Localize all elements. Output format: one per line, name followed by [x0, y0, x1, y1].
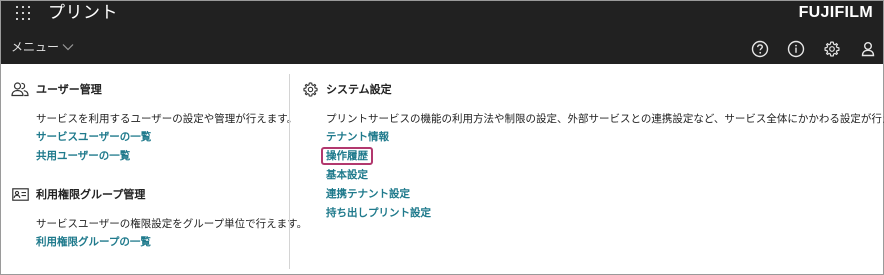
help-icon[interactable] [749, 38, 770, 59]
user-admin-title: ユーザー管理 [36, 83, 102, 96]
left-column: ユーザー管理 サービスを利用するユーザーの設定や管理が行えます。 サービスユーザ… [11, 79, 308, 252]
shared-users-list-link[interactable]: 共用ユーザーの一覧 [11, 147, 276, 166]
permission-group-section: 利用権限グループ管理 サービスユーザーの権限設定をグループ単位で行えます。 利用… [11, 184, 308, 252]
menu-label: メニュー [11, 40, 60, 54]
user-admin-header: ユーザー管理 [11, 79, 276, 99]
menu-button[interactable]: メニュー [11, 39, 74, 55]
permission-group-links: 利用権限グループの一覧 [11, 233, 276, 252]
chevron-down-icon [62, 44, 74, 51]
right-column: システム設定 プリントサービスの機能の利用方法や制限の設定、外部サービスとの連携… [301, 79, 884, 223]
linked-tenant-settings-link[interactable]: 連携テナント設定 [301, 185, 876, 204]
service-users-list-link[interactable]: サービスユーザーの一覧 [11, 128, 276, 147]
system-settings-description: プリントサービスの機能の利用方法や制限の設定、外部サービスとの連携設定など、サー… [326, 113, 884, 125]
takeout-print-settings-link[interactable]: 持ち出しプリント設定 [301, 204, 876, 223]
user-admin-section: ユーザー管理 サービスを利用するユーザーの設定や管理が行えます。 サービスユーザ… [11, 79, 298, 166]
brand-logo: FUJIFILM [798, 4, 873, 21]
user-admin-description: サービスを利用するユーザーの設定や管理が行えます。 [36, 113, 298, 125]
user-admin-links: サービスユーザーの一覧 共用ユーザーの一覧 [11, 128, 276, 166]
app-title: プリント [48, 3, 118, 23]
operation-history-link[interactable]: 操作履歴 [301, 147, 876, 166]
header-icons [749, 38, 878, 59]
system-settings-title: システム設定 [326, 83, 392, 96]
users-icon [11, 80, 29, 98]
id-card-icon [11, 185, 29, 203]
app-grid-icon[interactable] [16, 6, 32, 22]
system-settings-header: システム設定 [301, 79, 876, 99]
permission-groups-list-link[interactable]: 利用権限グループの一覧 [11, 233, 276, 252]
gear-icon[interactable] [821, 38, 842, 59]
tenant-info-link[interactable]: テナント情報 [301, 128, 876, 147]
column-divider [289, 74, 290, 269]
user-icon[interactable] [857, 38, 878, 59]
permission-group-description: サービスユーザーの権限設定をグループ単位で行えます。 [36, 218, 308, 230]
app-frame: プリント FUJIFILM メニュー ユーザー管理 サービスを利用するユーザーの… [0, 0, 884, 275]
operation-history-label: 操作履歴 [321, 147, 373, 165]
permission-group-header: 利用権限グループ管理 [11, 184, 276, 204]
system-settings-links: テナント情報 操作履歴 基本設定 連携テナント設定 持ち出しプリント設定 [301, 128, 876, 223]
info-icon[interactable] [785, 38, 806, 59]
top-bar: プリント FUJIFILM メニュー [1, 1, 883, 64]
gear-icon [301, 80, 319, 98]
basic-settings-link[interactable]: 基本設定 [301, 166, 876, 185]
content-area: ユーザー管理 サービスを利用するユーザーの設定や管理が行えます。 サービスユーザ… [1, 64, 884, 275]
permission-group-title: 利用権限グループ管理 [36, 188, 146, 201]
system-settings-section: システム設定 プリントサービスの機能の利用方法や制限の設定、外部サービスとの連携… [301, 79, 884, 223]
